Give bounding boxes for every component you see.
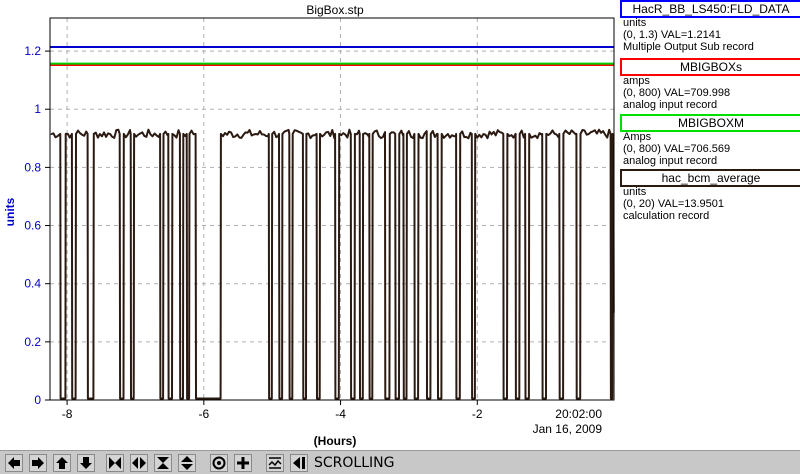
crosshair-icon [237,457,249,469]
zoom-out-horizontal-button[interactable] [130,454,148,472]
y-tick-label: 0.6 [24,219,41,233]
x-tick-label: -4 [335,407,346,421]
pan-right-button[interactable] [29,454,47,472]
legend-units: units [623,186,647,198]
y-tick-label: 0.4 [24,277,41,291]
arrow-left-icon [8,457,20,469]
legend-name-box[interactable]: MBIGBOXs [620,58,800,76]
zoom-in-horizontal-icon [109,457,121,469]
y-axis-label: units [3,197,17,226]
series-lines [50,45,615,400]
pan-down-button[interactable] [77,454,95,472]
y-tick-label: 0.8 [24,160,41,174]
legend-panel: HacR_BB_LS450:FLD_DATA units (0, 1.3) VA… [620,0,800,225]
target-icon [212,456,226,470]
toolbar: SCROLLING [0,450,800,474]
y-tick-label: 1.2 [24,44,41,58]
x-tick-label: -8 [62,407,73,421]
arrow-down-icon [80,457,92,469]
legend-range: (0, 1.3) VAL=1.2141 [623,29,721,41]
x-tick-label: -6 [198,407,209,421]
legend-units: units [623,17,647,29]
legend-name-box[interactable]: MBIGBOXM [620,114,800,132]
end-date-label: Jan 16, 2009 [533,422,603,436]
crosshair-button[interactable] [234,454,252,472]
end-time-label: 20:02:00 [555,407,602,421]
legend-description: analog input record [623,99,718,111]
legend-range: (0, 800) VAL=706.569 [623,143,731,155]
zoom-in-horizontal-button[interactable] [106,454,124,472]
center-target-button[interactable] [210,454,228,472]
zoom-in-vertical-button[interactable] [154,454,172,472]
play-scroll-icon [293,457,305,469]
legend-item-mbigboxs[interactable]: MBIGBOXs amps (0, 800) VAL=709.998 analo… [620,58,800,114]
pan-up-button[interactable] [53,454,71,472]
legend-units: Amps [623,131,652,143]
autoscale-button[interactable] [266,454,284,472]
scroll-status-label: SCROLLING [314,455,395,471]
arrow-up-icon [56,457,68,469]
legend-name-box[interactable]: hac_bcm_average [620,169,800,187]
zoom-in-vertical-icon [157,457,169,469]
legend-description: Multiple Output Sub record [623,41,754,53]
pan-left-button[interactable] [5,454,23,472]
zoom-out-horizontal-icon [132,457,146,469]
x-tick-label: -2 [472,407,483,421]
chart-title: BigBox.stp [306,3,364,17]
legend-item-hac-bcm-average[interactable]: hac_bcm_average units (0, 20) VAL=13.950… [620,169,800,225]
zoom-out-vertical-button[interactable] [178,454,196,472]
legend-item-fld-data[interactable]: HacR_BB_LS450:FLD_DATA units (0, 1.3) VA… [620,0,800,58]
zoom-out-vertical-icon [181,456,193,470]
legend-range: (0, 20) VAL=13.9501 [623,198,725,210]
series-line-3 [50,128,615,400]
autoscale-icon [268,457,282,469]
legend-range: (0, 800) VAL=709.998 [623,87,731,99]
legend-item-mbigboxm[interactable]: MBIGBOXM Amps (0, 800) VAL=706.569 analo… [620,114,800,169]
legend-name-box[interactable]: HacR_BB_LS450:FLD_DATA [620,0,800,18]
legend-units: amps [623,75,650,87]
y-tick-label: 0.2 [24,335,41,349]
y-tick-labels: 0 0.2 0.4 0.6 0.8 1 1.2 [24,44,50,407]
x-tick-labels: -8 -6 -4 -2 [62,400,483,421]
strip-chart-plot[interactable]: BigBox.stp units (Hours) 20:02:00 Jan 16… [0,0,620,450]
scroll-mode-button[interactable] [290,454,308,472]
legend-description: analog input record [623,155,718,167]
y-tick-label: 0 [34,393,41,407]
arrow-right-icon [32,457,44,469]
legend-description: calculation record [623,210,710,222]
y-tick-label: 1 [34,102,41,116]
x-axis-label: (Hours) [314,434,357,448]
